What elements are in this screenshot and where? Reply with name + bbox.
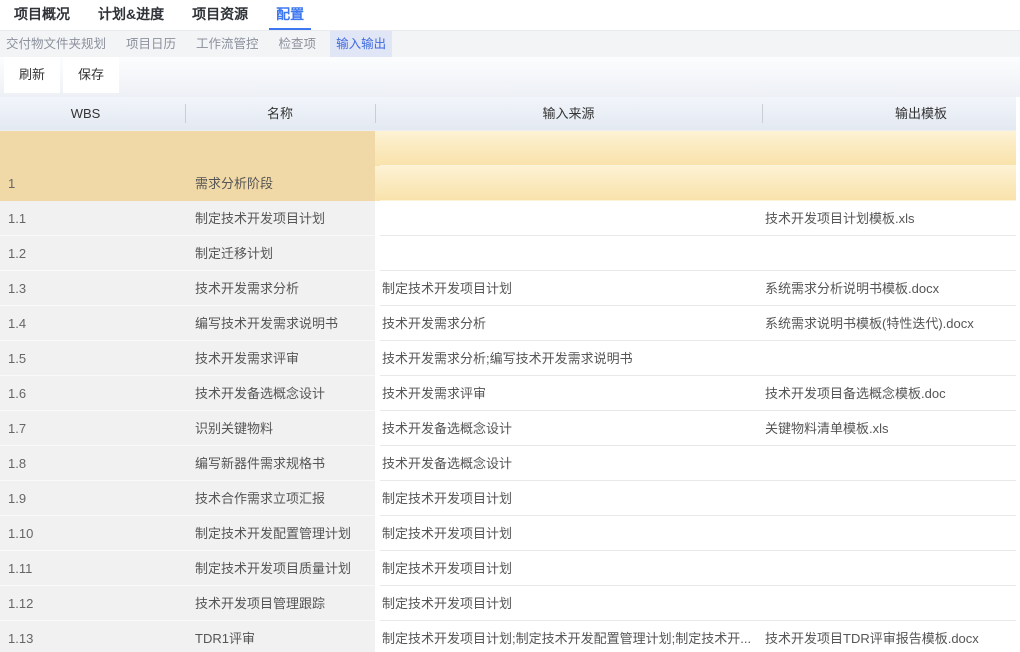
cell-name: 技术开发项目管理跟踪	[185, 586, 375, 621]
cell-output-template	[762, 446, 1016, 481]
cell-name: 识别关键物料	[185, 411, 375, 446]
tab-project-overview[interactable]: 项目概况	[7, 0, 77, 30]
tab-project-resource[interactable]: 项目资源	[185, 0, 255, 30]
grid-body: 1需求分析阶段1.1制定技术开发项目计划技术开发项目计划模板.xls1.2制定迁…	[0, 131, 1016, 652]
column-header-output-template[interactable]: 输出模板	[762, 97, 1016, 130]
table-row[interactable]: 1.13TDR1评审制定技术开发项目计划;制定技术开发配置管理计划;制定技术开.…	[0, 621, 1016, 652]
cell-name: 技术开发需求分析	[185, 271, 375, 306]
cell-wbs: 1.2	[0, 236, 185, 271]
subtab-check-items[interactable]: 检查项	[273, 31, 323, 57]
cell-input-source: 制定技术开发项目计划	[380, 271, 762, 306]
table-row[interactable]: 1.12技术开发项目管理跟踪制定技术开发项目计划	[0, 586, 1016, 621]
cell-input-source: 制定技术开发项目计划	[380, 481, 762, 516]
cell-input-source: 技术开发需求分析;编写技术开发需求说明书	[380, 341, 762, 376]
cell-name: 编写技术开发需求说明书	[185, 306, 375, 341]
cell-wbs: 1.13	[0, 621, 185, 652]
cell-input-source	[380, 201, 762, 236]
cell-output-template	[762, 166, 1016, 201]
cell-input-source: 制定技术开发项目计划	[380, 516, 762, 551]
cell-wbs: 1.11	[0, 551, 185, 586]
project-config-page: 项目概况计划&进度项目资源配置 交付物文件夹规划项目日历工作流管控检查项输入输出…	[0, 0, 1020, 652]
table-row[interactable]: 1.10制定技术开发配置管理计划制定技术开发项目计划	[0, 516, 1016, 551]
cell-wbs	[0, 131, 185, 166]
cell-input-source	[380, 131, 762, 166]
cell-output-template	[762, 586, 1016, 621]
table-row[interactable]: 1.6技术开发备选概念设计技术开发需求评审技术开发项目备选概念模板.doc	[0, 376, 1016, 411]
cell-name: 编写新器件需求规格书	[185, 446, 375, 481]
cell-name: 技术合作需求立项汇报	[185, 481, 375, 516]
column-header-name[interactable]: 名称	[185, 97, 375, 130]
cell-wbs: 1.3	[0, 271, 185, 306]
table-row[interactable]: 1.7识别关键物料技术开发备选概念设计关键物料清单模板.xls	[0, 411, 1016, 446]
table-row[interactable]: 1.2制定迁移计划	[0, 236, 1016, 271]
cell-input-source: 制定技术开发项目计划	[380, 586, 762, 621]
tab-plan-progress[interactable]: 计划&进度	[91, 0, 171, 30]
table-row[interactable]: 1.8编写新器件需求规格书技术开发备选概念设计	[0, 446, 1016, 481]
cell-input-source	[380, 166, 762, 201]
subtab-workflow-control[interactable]: 工作流管控	[190, 31, 265, 57]
cell-name: 技术开发需求评审	[185, 341, 375, 376]
table-row[interactable]: 1.1制定技术开发项目计划 技术开发项目计划模板.xls	[0, 201, 1016, 236]
cell-input-source: 技术开发备选概念设计	[380, 411, 762, 446]
cell-output-template: 技术开发项目TDR评审报告模板.docx	[762, 621, 1016, 652]
main-tab-bar: 项目概况计划&进度项目资源配置	[0, 0, 1020, 31]
refresh-button[interactable]: 刷新	[4, 57, 60, 93]
cell-name: TDR1评审	[185, 621, 375, 652]
cell-output-template	[762, 551, 1016, 586]
cell-output-template	[762, 341, 1016, 376]
cell-output-template: 系统需求分析说明书模板.docx	[762, 271, 1016, 306]
cell-name: 技术开发备选概念设计	[185, 376, 375, 411]
cell-wbs: 1.10	[0, 516, 185, 551]
cell-wbs: 1.7	[0, 411, 185, 446]
table-row[interactable]: 1.4编写技术开发需求说明书技术开发需求分析系统需求说明书模板(特性迭代).do…	[0, 306, 1016, 341]
subtab-deliverable-folder-plan[interactable]: 交付物文件夹规划	[0, 31, 112, 57]
column-header-wbs[interactable]: WBS	[0, 97, 185, 130]
cell-wbs: 1	[0, 166, 185, 201]
table-row[interactable]: 1.3技术开发需求分析制定技术开发项目计划系统需求分析说明书模板.docx	[0, 271, 1016, 306]
cell-wbs: 1.1	[0, 201, 185, 236]
cell-input-source: 技术开发备选概念设计	[380, 446, 762, 481]
table-row[interactable]: 1.11制定技术开发项目质量计划制定技术开发项目计划	[0, 551, 1016, 586]
table-row[interactable]: 1.5技术开发需求评审技术开发需求分析;编写技术开发需求说明书	[0, 341, 1016, 376]
cell-output-template: 技术开发项目计划模板.xls	[762, 201, 1016, 236]
table-row[interactable]: 1.9技术合作需求立项汇报制定技术开发项目计划	[0, 481, 1016, 516]
cell-output-template	[762, 131, 1016, 166]
cell-input-source: 制定技术开发项目计划;制定技术开发配置管理计划;制定技术开...	[380, 621, 762, 652]
cell-name: 制定技术开发项目质量计划	[185, 551, 375, 586]
wbs-input-output-grid: WBS 名称 输入来源 输出模板 1需求分析阶段1.1制定技术开发项目计划技术开…	[0, 97, 1016, 652]
cell-input-source: 制定技术开发项目计划	[380, 551, 762, 586]
cell-output-template: 技术开发项目备选概念模板.doc	[762, 376, 1016, 411]
cell-name: 需求分析阶段	[185, 166, 375, 201]
cell-name: 制定技术开发项目计划	[185, 201, 375, 236]
cell-input-source	[380, 236, 762, 271]
table-row[interactable]: 1需求分析阶段	[0, 166, 1016, 201]
cell-wbs: 1.12	[0, 586, 185, 621]
cell-wbs: 1.5	[0, 341, 185, 376]
cell-name: 制定技术开发配置管理计划	[185, 516, 375, 551]
config-subtab-bar: 交付物文件夹规划项目日历工作流管控检查项输入输出	[0, 31, 1020, 57]
cell-input-source: 技术开发需求评审	[380, 376, 762, 411]
cell-wbs: 1.4	[0, 306, 185, 341]
save-button[interactable]: 保存	[63, 57, 119, 93]
tab-configuration[interactable]: 配置	[269, 0, 311, 30]
cell-output-template	[762, 236, 1016, 271]
grid-header-row: WBS 名称 输入来源 输出模板	[0, 97, 1016, 131]
cell-output-template: 系统需求说明书模板(特性迭代).docx	[762, 306, 1016, 341]
subtab-input-output[interactable]: 输入输出	[330, 31, 392, 57]
cell-wbs: 1.6	[0, 376, 185, 411]
cell-output-template: 关键物料清单模板.xls	[762, 411, 1016, 446]
cell-name	[185, 131, 375, 166]
cell-name: 制定迁移计划	[185, 236, 375, 271]
cell-output-template	[762, 481, 1016, 516]
cell-input-source: 技术开发需求分析	[380, 306, 762, 341]
column-header-input-source[interactable]: 输入来源	[375, 97, 762, 130]
cell-wbs: 1.9	[0, 481, 185, 516]
cell-wbs: 1.8	[0, 446, 185, 481]
toolbar: 刷新 保存	[0, 57, 1020, 97]
cell-output-template	[762, 516, 1016, 551]
table-row[interactable]	[0, 131, 1016, 166]
subtab-project-calendar[interactable]: 项目日历	[120, 31, 182, 57]
